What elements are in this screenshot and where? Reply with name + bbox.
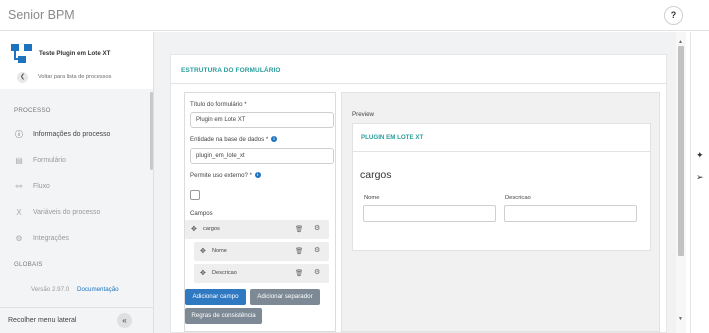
- external-use-label: Permite uso externo? * i: [190, 172, 261, 179]
- form-structure-card: ESTRUTURA DO FORMULÁRIO Título do formul…: [170, 54, 667, 333]
- preview-form: PLUGIN EM LOTE XT cargos Nome Descricao: [352, 123, 651, 251]
- version-label: Versão 2.97.0: [31, 286, 70, 293]
- info-circle-icon: ⓘ: [15, 130, 23, 139]
- field-row-cargos[interactable]: ✥ cargos 🗑 ⚙: [185, 220, 329, 239]
- right-rail: ✦ ➢: [690, 32, 709, 333]
- section-label-process: PROCESSO: [14, 107, 51, 114]
- sidebar-item-form[interactable]: ▤ Formulário: [0, 153, 150, 171]
- trash-icon[interactable]: 🗑: [295, 225, 303, 233]
- documentation-link[interactable]: Documentação: [77, 286, 119, 293]
- top-bar: Senior BPM ?: [0, 0, 709, 31]
- sidebar: Teste Plugin em Lote XT ❮ Voltar para li…: [0, 32, 154, 333]
- info-icon: i: [254, 172, 261, 178]
- sparkle-icon[interactable]: ✦: [696, 150, 704, 161]
- entity-label: Entidade na base de dados * i: [190, 136, 277, 143]
- sidebar-item-flow[interactable]: ⚯ Fluxo: [0, 179, 150, 197]
- preview-group-heading: cargos: [360, 169, 392, 181]
- field-name: Descricao: [212, 270, 237, 276]
- sidebar-item-label: Fluxo: [33, 183, 50, 190]
- send-icon[interactable]: ➢: [696, 172, 704, 183]
- app-title: Senior BPM: [8, 8, 75, 22]
- back-to-process-list-link[interactable]: Voltar para lista de processos: [38, 74, 111, 80]
- form-icon: ▤: [15, 156, 23, 165]
- integrations-icon: ⚙: [15, 234, 23, 243]
- sidebar-item-label: Informações do processo: [33, 131, 111, 138]
- form-title-input[interactable]: Plugin em Lote XT: [190, 112, 334, 128]
- field-name: Nome: [212, 248, 227, 254]
- preview-nome-input[interactable]: [363, 205, 496, 222]
- help-icon[interactable]: ?: [664, 6, 683, 25]
- field-row-nome[interactable]: ✥ Nome 🗑 ⚙: [194, 242, 329, 261]
- form-structure-title: ESTRUTURA DO FORMULÁRIO: [181, 67, 281, 74]
- double-chevron-left-icon[interactable]: «: [117, 313, 132, 328]
- scroll-down-arrow-icon[interactable]: ▼: [678, 316, 683, 322]
- field-name: cargos: [203, 226, 220, 232]
- gear-icon[interactable]: ⚙: [314, 246, 320, 254]
- sidebar-item-label: Formulário: [33, 157, 66, 164]
- drag-handle-icon[interactable]: ✥: [191, 225, 197, 233]
- variable-icon: X: [16, 208, 22, 217]
- add-separator-button[interactable]: Adicionar separador: [250, 289, 320, 305]
- collapse-sidebar-bar[interactable]: Recolher menu lateral «: [0, 307, 153, 333]
- preview-descricao-input[interactable]: [504, 205, 637, 222]
- preview-panel: Preview PLUGIN EM LOTE XT cargos Nome De…: [341, 92, 660, 332]
- sidebar-item-integrations[interactable]: ⚙ Integrações: [0, 231, 150, 249]
- process-header: Teste Plugin em Lote XT ❮ Voltar para li…: [0, 32, 153, 89]
- collapse-sidebar-label: Recolher menu lateral: [8, 317, 77, 324]
- flow-icon: ⚯: [15, 182, 23, 191]
- sidebar-item-variables[interactable]: X Variáveis do processo: [0, 205, 150, 223]
- preview-label: Preview: [352, 111, 375, 118]
- preview-nome-label: Nome: [364, 195, 380, 201]
- back-arrow-icon[interactable]: ❮: [17, 72, 28, 83]
- info-icon: i: [270, 136, 277, 142]
- sidebar-item-label: Integrações: [33, 235, 70, 242]
- section-label-global: GLOBAIS: [14, 261, 43, 268]
- preview-descricao-label: Descricao: [505, 195, 531, 201]
- form-title-label: Título do formulário *: [190, 101, 247, 108]
- gear-icon[interactable]: ⚙: [314, 268, 320, 276]
- fields-label: Campos: [190, 210, 213, 217]
- field-row-descricao[interactable]: ✥ Descricao 🗑 ⚙: [194, 264, 329, 283]
- sidebar-scrollbar[interactable]: [150, 92, 153, 170]
- trash-icon[interactable]: 🗑: [295, 269, 303, 277]
- sidebar-item-label: Variáveis do processo: [33, 209, 101, 216]
- main-scrollbar-thumb[interactable]: [678, 46, 684, 256]
- drag-handle-icon[interactable]: ✥: [200, 269, 206, 277]
- preview-form-title: PLUGIN EM LOTE XT: [361, 134, 424, 141]
- external-use-checkbox[interactable]: [190, 190, 200, 200]
- process-logo-icon: [11, 44, 33, 64]
- sidebar-item-process-info[interactable]: ⓘ Informações do processo: [0, 127, 150, 145]
- trash-icon[interactable]: 🗑: [295, 247, 303, 255]
- add-field-button[interactable]: Adicionar campo: [185, 289, 246, 305]
- divider: [353, 151, 650, 152]
- process-name: Teste Plugin em Lote XT: [39, 50, 111, 57]
- drag-handle-icon[interactable]: ✥: [200, 247, 206, 255]
- form-editor-panel: Título do formulário * Plugin em Lote XT…: [184, 92, 336, 332]
- consistency-rules-button[interactable]: Regras de consistência: [185, 308, 262, 324]
- scroll-up-arrow-icon[interactable]: ▲: [678, 39, 683, 45]
- main-content: ESTRUTURA DO FORMULÁRIO Título do formul…: [154, 32, 676, 333]
- entity-input[interactable]: plugin_em_lote_xt: [190, 148, 334, 164]
- gear-icon[interactable]: ⚙: [314, 224, 320, 232]
- divider: [171, 83, 666, 84]
